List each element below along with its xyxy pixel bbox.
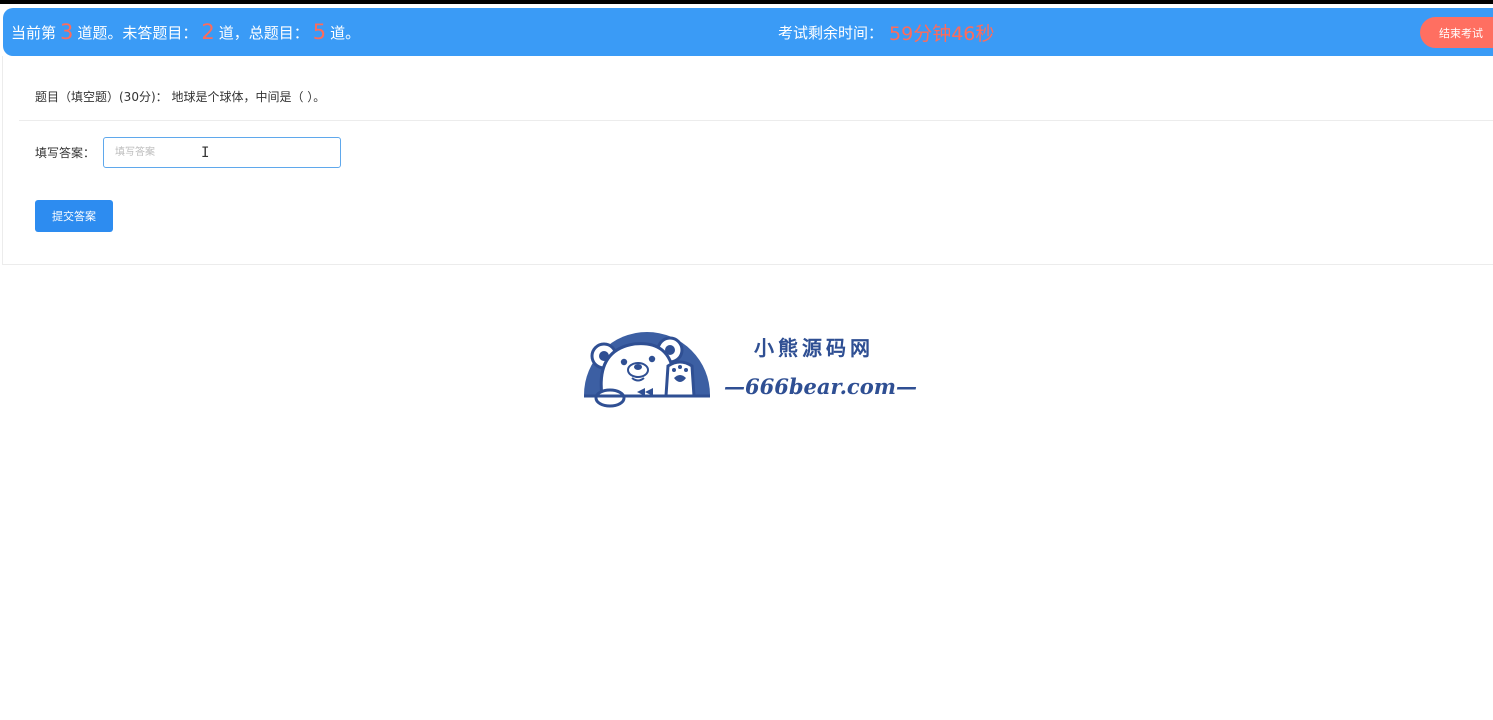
text-cursor-icon: I: [201, 145, 210, 161]
status-total-label: 道，总题目：: [218, 23, 309, 42]
status-suffix: 道。: [330, 23, 361, 42]
end-exam-button[interactable]: 结束考试: [1420, 17, 1493, 48]
submit-answer-button[interactable]: 提交答案: [35, 200, 113, 232]
question-panel: 题目（填空题）(30分)： 地球是个球体，中间是（ ）。 填写答案： I 提交答…: [2, 56, 1493, 265]
answer-label: 填写答案：: [35, 146, 96, 160]
panel-divider: [19, 120, 1493, 121]
current-question-number: 3: [60, 20, 74, 44]
logo-english-text: —666bear.com—: [724, 374, 917, 399]
total-count: 5: [312, 20, 327, 44]
answer-input[interactable]: [103, 137, 341, 168]
exam-status: 当前第 3 道题。未答题目： 2 道，总题目： 5 道。: [11, 8, 360, 56]
unanswered-count: 2: [201, 20, 215, 44]
status-prefix: 当前第: [11, 23, 57, 42]
exam-timer: 考试剩余时间： 59分钟46秒: [778, 8, 994, 56]
exam-header-bar: 当前第 3 道题。未答题目： 2 道，总题目： 5 道。 考试剩余时间： 59分…: [3, 8, 1493, 56]
bear-logo-icon: [584, 332, 710, 408]
question-text: 题目（填空题）(30分)： 地球是个球体，中间是（ ）。: [35, 90, 326, 104]
logo-chinese-text: 小熊源码网: [754, 336, 874, 360]
timer-label: 考试剩余时间：: [778, 23, 884, 42]
status-unanswered-label: 道题。未答题目：: [77, 23, 198, 42]
top-border-line: [0, 0, 1493, 4]
timer-value: 59分钟46秒: [889, 22, 995, 45]
site-logo: 小熊源码网 —666bear.com—: [582, 320, 917, 410]
